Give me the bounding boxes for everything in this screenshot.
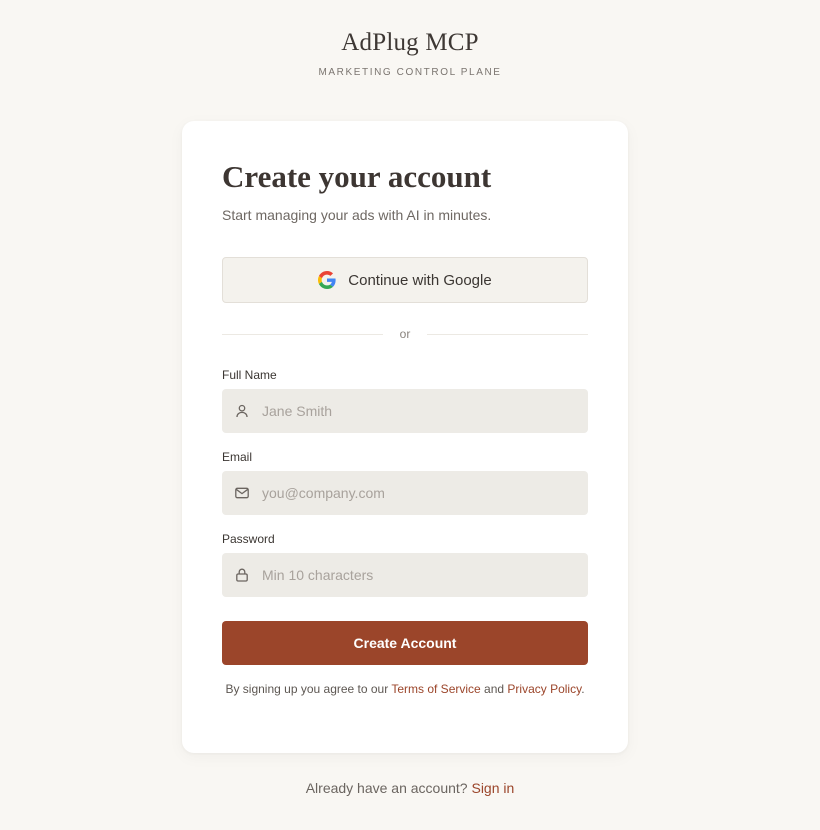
google-icon — [318, 271, 336, 289]
sign-in-link[interactable]: Sign in — [471, 780, 514, 796]
signup-card: Create your account Start managing your … — [182, 121, 628, 753]
user-icon — [234, 403, 250, 419]
brand-tagline: MARKETING CONTROL PLANE — [318, 67, 502, 78]
create-account-button[interactable]: Create Account — [222, 621, 588, 665]
legal-notice: By signing up you agree to our Terms of … — [222, 681, 588, 697]
email-label: Email — [222, 450, 253, 464]
terms-of-service-link[interactable]: Terms of Service — [391, 682, 480, 696]
divider-text: or — [399, 327, 411, 341]
brand-name: AdPlug MCP — [341, 29, 479, 56]
email-input[interactable] — [262, 473, 572, 513]
divider-line-right — [427, 333, 588, 335]
page-title: Create your account — [222, 159, 492, 194]
password-input[interactable] — [262, 555, 572, 595]
page-subtitle: Start managing your ads with AI in minut… — [222, 207, 492, 223]
full-name-input[interactable] — [262, 391, 572, 431]
divider-line-left — [222, 333, 383, 335]
brand-header: AdPlug MCP MARKETING CONTROL PLANE — [0, 28, 820, 80]
lock-icon — [234, 567, 250, 583]
mail-icon — [234, 485, 250, 501]
continue-with-google-button[interactable]: Continue with Google — [222, 257, 588, 303]
email-field[interactable] — [222, 471, 588, 515]
full-name-label: Full Name — [222, 368, 277, 382]
signin-prompt-text: Already have an account? — [305, 780, 472, 796]
full-name-field[interactable] — [222, 389, 588, 433]
google-button-label: Continue with Google — [348, 271, 492, 289]
password-field[interactable] — [222, 553, 588, 597]
privacy-policy-link[interactable]: Privacy Policy — [507, 682, 581, 696]
legal-middle: and — [480, 682, 508, 696]
legal-prefix: By signing up you agree to our — [225, 682, 392, 696]
legal-suffix: . — [581, 682, 585, 696]
or-divider: or — [222, 326, 588, 342]
signin-prompt: Already have an account? Sign in — [0, 779, 820, 797]
password-label: Password — [222, 532, 275, 546]
